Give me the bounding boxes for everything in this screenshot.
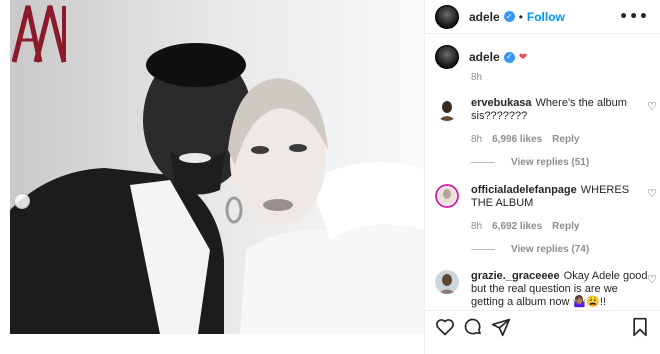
verified-badge-icon: ✓ <box>503 11 515 22</box>
comment-avatar[interactable] <box>435 184 459 208</box>
paper-plane-icon[interactable] <box>491 317 511 342</box>
post-caption: adele ✓ ❤ 8h <box>435 45 651 83</box>
caption-avatar[interactable] <box>435 45 459 69</box>
caption-timestamp[interactable]: 8h <box>471 72 482 83</box>
comment-username[interactable]: ervebukasa <box>471 97 532 109</box>
action-bar <box>425 310 660 354</box>
verified-badge-icon: ✓ <box>503 51 515 63</box>
comment-like-icon[interactable]: ♡ <box>647 273 657 286</box>
post-header: adele ✓ • Follow ••• <box>425 0 660 34</box>
comment-avatar[interactable] <box>435 97 459 121</box>
header-separator: • <box>518 9 523 24</box>
red-heart-emoji: ❤ <box>518 51 528 63</box>
comment-likes[interactable]: 6,692 likes <box>492 221 542 232</box>
view-replies-button[interactable]: View replies (51) <box>471 157 589 168</box>
bookmark-icon[interactable] <box>631 317 649 342</box>
more-options-button[interactable]: ••• <box>619 9 649 25</box>
avatar[interactable] <box>435 4 459 29</box>
comment-username[interactable]: grazie._graceeee <box>471 270 560 282</box>
comment-meta: 8h 6,996 likes Reply <box>471 134 579 145</box>
comment-text-block: officialadelefanpage WHERES THE ALBUM <box>471 184 653 210</box>
caption-username[interactable]: adele <box>469 50 500 64</box>
comment-text-block: grazie._graceeee Okay Adele good but the … <box>471 270 653 308</box>
post-sidebar: adele ✓ • Follow ••• adele ✓ ❤ 8h ervebu… <box>424 0 660 354</box>
replies-divider <box>471 249 495 250</box>
view-replies-label: View replies (51) <box>511 157 590 168</box>
comment-time[interactable]: 8h <box>471 134 482 145</box>
photo-illustration <box>10 0 424 334</box>
comment-like-icon[interactable]: ♡ <box>647 100 657 113</box>
comment-avatar[interactable] <box>435 270 459 294</box>
comment-time[interactable]: 8h <box>471 221 482 232</box>
follow-button[interactable]: Follow <box>527 10 565 24</box>
reply-button[interactable]: Reply <box>552 221 579 232</box>
comment-item: grazie._graceeee Okay Adele good but the … <box>435 270 659 308</box>
comment-meta: 8h 6,692 likes Reply <box>471 221 579 232</box>
post-photo[interactable] <box>10 0 424 334</box>
heart-icon[interactable] <box>435 317 455 342</box>
view-replies-button[interactable]: View replies (74) <box>471 244 589 255</box>
comment-likes[interactable]: 6,996 likes <box>492 134 542 145</box>
comment-like-icon[interactable]: ♡ <box>647 187 657 200</box>
post-username[interactable]: adele <box>469 10 500 24</box>
comment-item: officialadelefanpage WHERES THE ALBUM ♡ 8… <box>435 184 659 260</box>
replies-divider <box>471 162 495 163</box>
comment-username[interactable]: officialadelefanpage <box>471 184 577 196</box>
comment-item: ervebukasa Where's the album sis??????? ♡… <box>435 97 659 177</box>
comment-text-block: ervebukasa Where's the album sis??????? <box>471 97 653 123</box>
carousel-indicator[interactable] <box>14 193 30 209</box>
reply-button[interactable]: Reply <box>552 134 579 145</box>
view-replies-label: View replies (74) <box>511 244 590 255</box>
comment-bubble-icon[interactable] <box>463 317 483 342</box>
